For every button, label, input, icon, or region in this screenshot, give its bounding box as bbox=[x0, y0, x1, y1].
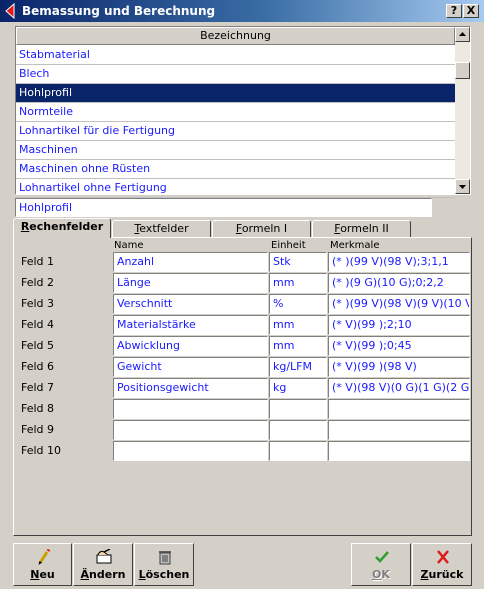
ok-button[interactable]: OK bbox=[351, 543, 411, 586]
arrow-up-icon bbox=[459, 32, 466, 36]
einheit-field[interactable]: mm bbox=[269, 273, 327, 293]
row-label: Feld 6 bbox=[21, 360, 55, 373]
edit-hand-icon bbox=[96, 549, 112, 564]
loeschen-mnemonic: L bbox=[138, 568, 146, 581]
einheit-field[interactable]: % bbox=[269, 294, 327, 314]
row-label: Feld 5 bbox=[21, 339, 55, 352]
name-field[interactable] bbox=[113, 399, 268, 419]
row-label: Feld 4 bbox=[21, 318, 55, 331]
merkmale-field[interactable]: (* )(99 V)(98 V)(9 V)(10 V); bbox=[328, 294, 470, 314]
loeschen-label: öschen bbox=[145, 568, 190, 581]
merkmale-field[interactable]: (* V)(99 )(98 V) bbox=[328, 357, 470, 377]
tab-textfelder[interactable]: Textfelder bbox=[112, 220, 211, 237]
name-field[interactable]: Gewicht bbox=[113, 357, 268, 377]
einheit-field[interactable]: mm bbox=[269, 315, 327, 335]
list-item[interactable]: Stabmaterial bbox=[16, 46, 455, 65]
window-title: Bemassung und Berechnung bbox=[22, 4, 216, 18]
ok-mnemonic: O bbox=[372, 568, 382, 581]
row-label: Feld 1 bbox=[21, 255, 55, 268]
ok-label: K bbox=[381, 568, 390, 581]
row-label: Feld 8 bbox=[21, 402, 55, 415]
row-label: Feld 7 bbox=[21, 381, 55, 394]
row-label: Feld 2 bbox=[21, 276, 55, 289]
list-item[interactable]: Maschinen ohne Rüsten bbox=[16, 160, 455, 179]
list-header-bezeichnung[interactable]: Bezeichnung bbox=[16, 27, 455, 45]
scroll-thumb[interactable] bbox=[455, 62, 470, 79]
merkmale-field[interactable] bbox=[328, 441, 470, 461]
zurueck-label: urück bbox=[428, 568, 464, 581]
row-label: Feld 10 bbox=[21, 444, 62, 457]
einheit-field[interactable]: kg/LFM bbox=[269, 357, 327, 377]
merkmale-field[interactable] bbox=[328, 420, 470, 440]
aendern-label: ndern bbox=[89, 568, 126, 581]
check-icon bbox=[375, 551, 389, 563]
einheit-field[interactable] bbox=[269, 399, 327, 419]
column-header-merkmale: Merkmale bbox=[330, 240, 380, 251]
einheit-field[interactable]: mm bbox=[269, 336, 327, 356]
list-item[interactable]: Maschinen bbox=[16, 141, 455, 160]
zurueck-mnemonic: Z bbox=[420, 568, 429, 581]
close-button[interactable]: X bbox=[463, 4, 479, 18]
name-field[interactable]: Abwicklung bbox=[113, 336, 268, 356]
merkmale-field[interactable] bbox=[328, 399, 470, 419]
merkmale-field[interactable]: (* V)(98 V)(0 G)(1 G)(2 G); bbox=[328, 378, 470, 398]
app-icon bbox=[5, 3, 15, 19]
name-field[interactable]: Positionsgewicht bbox=[113, 378, 268, 398]
list-scrollbar[interactable] bbox=[455, 27, 470, 194]
name-field[interactable] bbox=[113, 441, 268, 461]
arrow-down-icon bbox=[459, 185, 466, 189]
list-item[interactable]: Lohnartikel ohne Fertigung bbox=[16, 179, 455, 198]
neu-button[interactable]: Neu bbox=[13, 543, 72, 586]
tab-formeln-2[interactable]: Formeln II bbox=[312, 220, 411, 237]
tab-label: echenfelder bbox=[29, 220, 104, 233]
help-button[interactable]: ? bbox=[446, 4, 462, 18]
scroll-down-button[interactable] bbox=[455, 179, 470, 194]
aendern-button[interactable]: Ändern bbox=[73, 543, 133, 586]
name-field[interactable]: Anzahl bbox=[113, 252, 268, 272]
scroll-up-button[interactable] bbox=[455, 27, 470, 42]
tab-formeln-1[interactable]: Formeln I bbox=[212, 220, 311, 237]
tab-label: ormeln I bbox=[241, 222, 288, 235]
einheit-field[interactable] bbox=[269, 441, 327, 461]
einheit-field[interactable] bbox=[269, 420, 327, 440]
merkmale-field[interactable]: (* )(9 G)(10 G);0;2,2 bbox=[328, 273, 470, 293]
merkmale-field[interactable]: (* )(99 V)(98 V);3;1,1 bbox=[328, 252, 470, 272]
row-label: Feld 3 bbox=[21, 297, 55, 310]
name-field[interactable] bbox=[113, 420, 268, 440]
column-header-name: Name bbox=[114, 240, 144, 251]
einheit-field[interactable]: Stk bbox=[269, 252, 327, 272]
loeschen-button[interactable]: Löschen bbox=[134, 543, 194, 586]
zurueck-button[interactable]: Zurück bbox=[412, 543, 472, 586]
name-field[interactable]: Länge bbox=[113, 273, 268, 293]
merkmale-field[interactable]: (* V)(99 );0;45 bbox=[328, 336, 470, 356]
trash-icon bbox=[159, 551, 171, 565]
name-field[interactable]: Materialstärke bbox=[113, 315, 268, 335]
tab-label: ormeln II bbox=[340, 222, 389, 235]
list-item[interactable]: Normteile bbox=[16, 103, 455, 122]
merkmale-field[interactable]: (* V)(99 );2;10 bbox=[328, 315, 470, 335]
list-item[interactable]: Blech bbox=[16, 65, 455, 84]
tab-rechenfelder[interactable]: Rechenfelder bbox=[13, 218, 111, 238]
list-item-selected[interactable]: Hohlprofil bbox=[16, 84, 455, 103]
selected-category-field[interactable]: Hohlprofil bbox=[15, 198, 432, 217]
tab-label: extfelder bbox=[139, 222, 189, 235]
pencil-icon bbox=[38, 549, 51, 565]
cancel-x-icon bbox=[437, 550, 449, 564]
name-field[interactable]: Verschnitt bbox=[113, 294, 268, 314]
neu-label: eu bbox=[39, 568, 55, 581]
list-item[interactable]: Lohnartikel für die Fertigung bbox=[16, 122, 455, 141]
column-header-einheit: Einheit bbox=[271, 240, 306, 251]
aendern-mnemonic: Ä bbox=[80, 568, 90, 581]
row-label: Feld 9 bbox=[21, 423, 55, 436]
einheit-field[interactable]: kg bbox=[269, 378, 327, 398]
